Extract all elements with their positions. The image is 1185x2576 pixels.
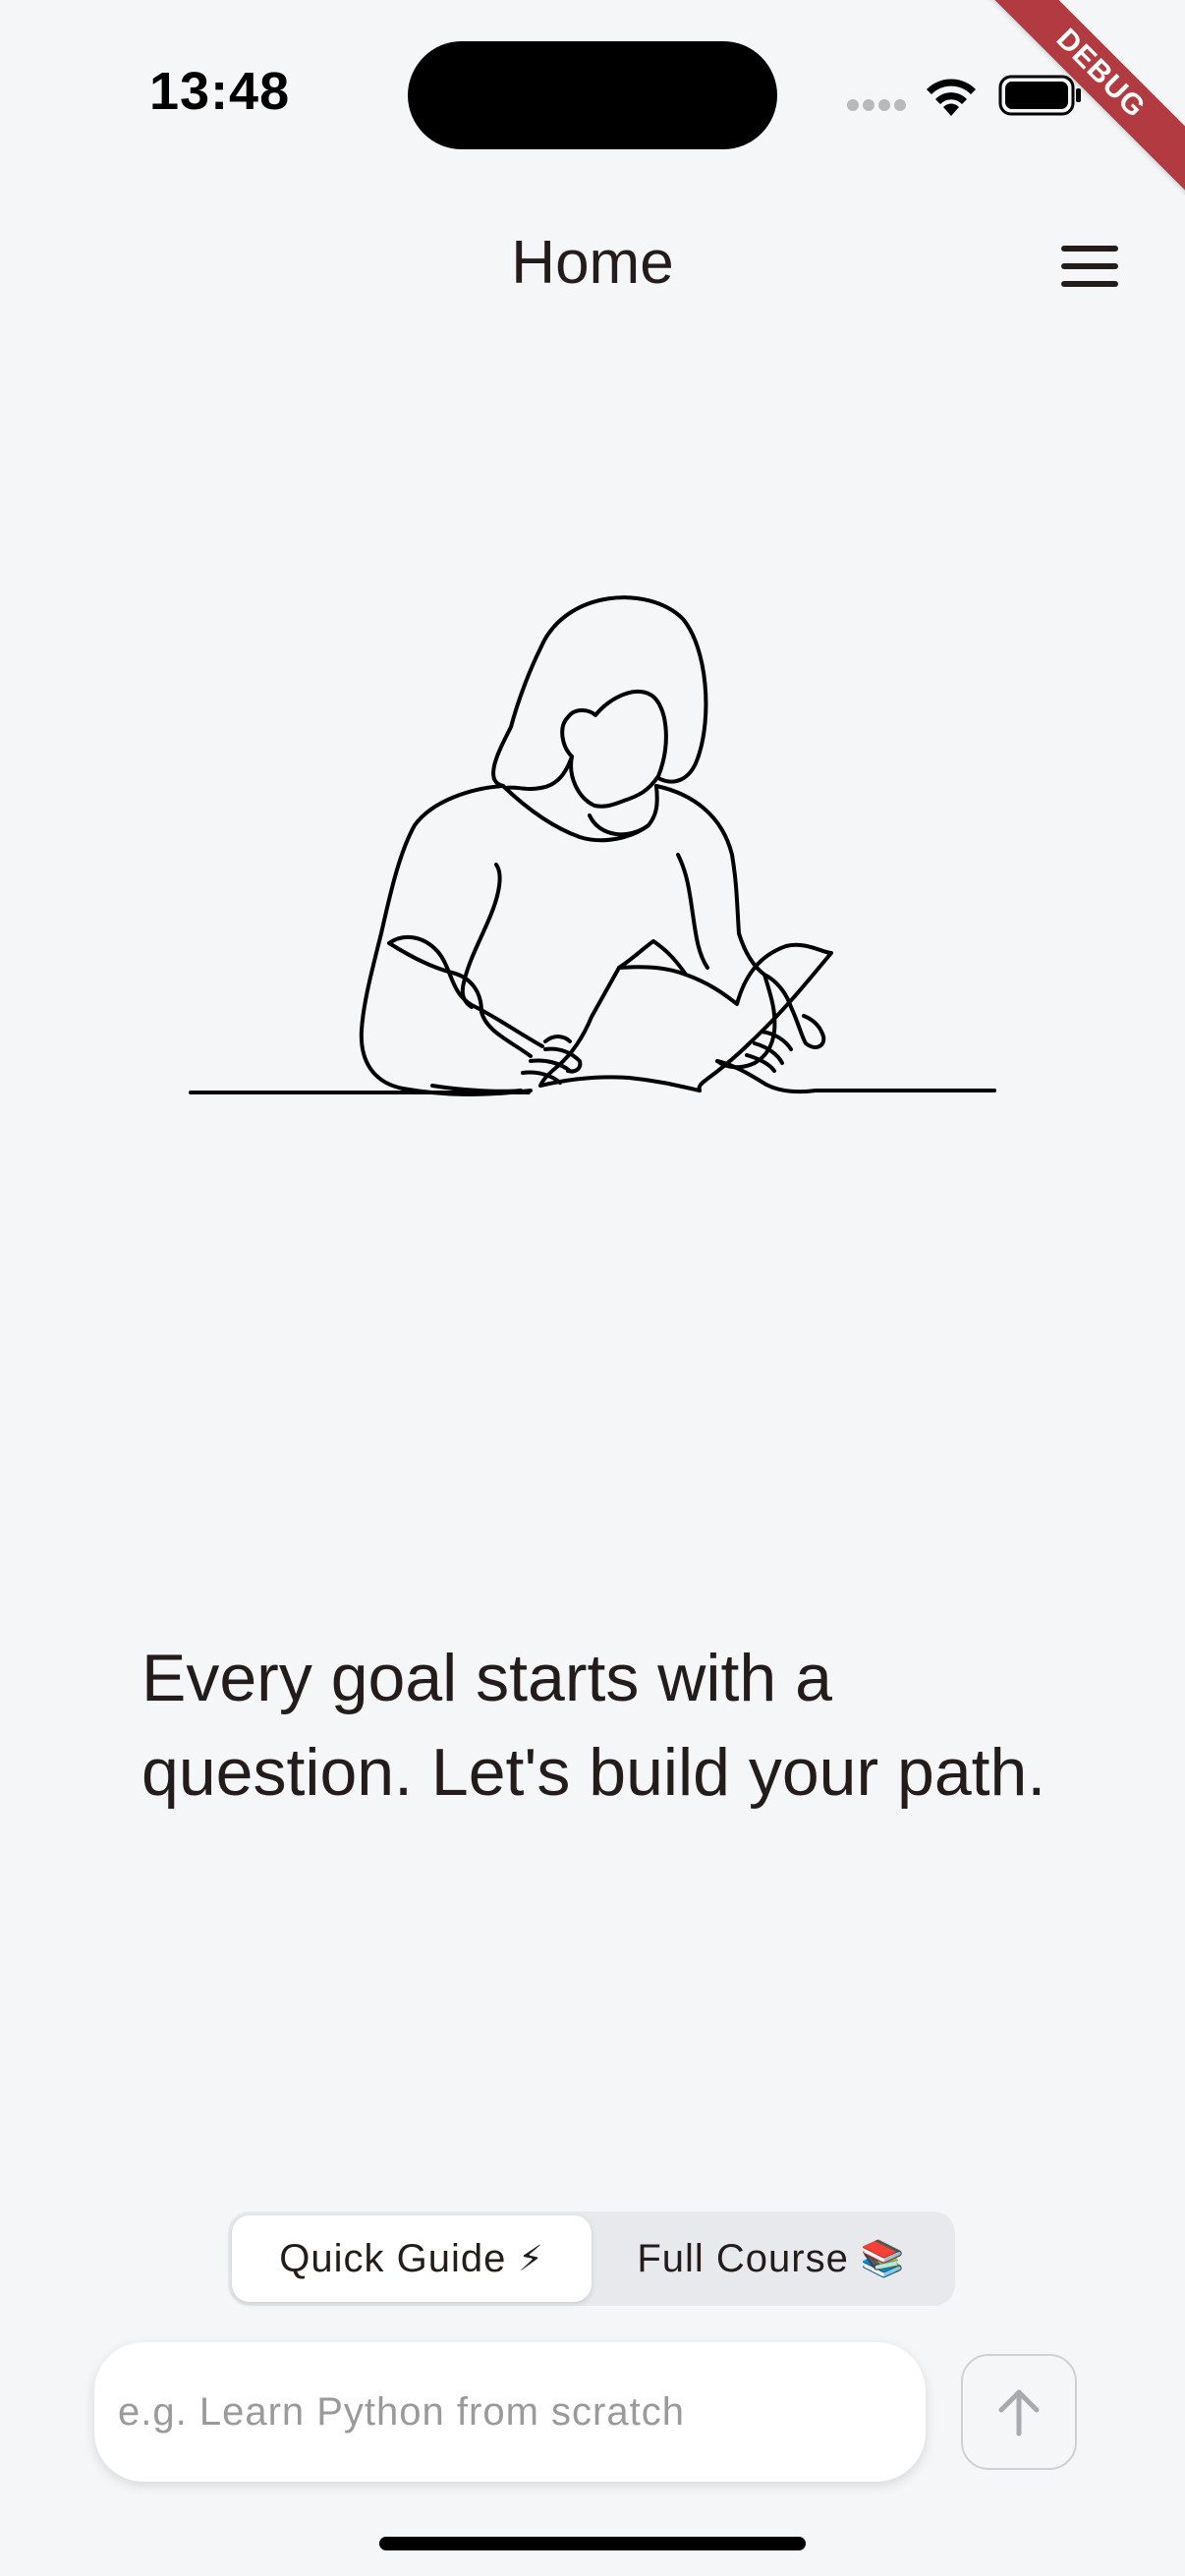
quick-guide-label: Quick Guide xyxy=(279,2236,507,2280)
status-time: 13:48 xyxy=(149,62,291,121)
page-title: Home xyxy=(511,229,674,297)
home-indicator xyxy=(379,2537,806,2550)
prompt-input-container xyxy=(94,2342,926,2482)
home-screen: 13:48 DEBUG Home Every goal starts with … xyxy=(0,0,1185,2576)
prompt-input[interactable] xyxy=(94,2342,926,2482)
arrow-up-icon xyxy=(998,2389,1040,2436)
quick-guide-tab[interactable]: Quick Guide ⚡ xyxy=(232,2215,592,2302)
tagline-text: Every goal starts with a question. Let's… xyxy=(141,1641,1046,1810)
wifi-icon xyxy=(927,79,976,116)
mode-toggle: Quick Guide ⚡ Full Course 📚 xyxy=(228,2212,955,2306)
full-course-label: Full Course xyxy=(637,2236,849,2280)
full-course-tab[interactable]: Full Course 📚 xyxy=(592,2215,951,2302)
books-icon: 📚 xyxy=(860,2238,906,2278)
cellular-signal-icon xyxy=(847,99,906,111)
lightning-icon: ⚡ xyxy=(518,2238,544,2278)
battery-icon xyxy=(998,75,1081,116)
dynamic-island xyxy=(408,41,777,149)
hamburger-menu-icon[interactable] xyxy=(1061,246,1118,287)
send-button[interactable] xyxy=(961,2354,1077,2470)
woman-reading-illustration xyxy=(189,595,996,1096)
